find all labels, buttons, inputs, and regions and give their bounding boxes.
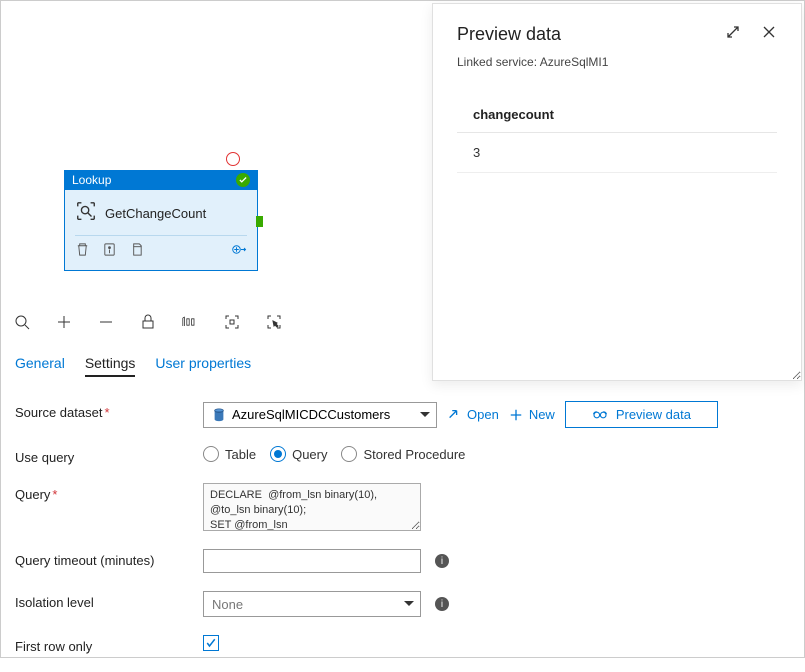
lookup-icon xyxy=(75,200,97,227)
isolation-level-value: None xyxy=(212,597,243,612)
info-icon[interactable]: i xyxy=(435,597,449,611)
success-output-handle[interactable] xyxy=(256,216,263,227)
source-dataset-select[interactable]: AzureSqlMICDCCustomers xyxy=(203,402,437,428)
add-activity-icon[interactable] xyxy=(232,242,247,262)
radio-table[interactable]: Table xyxy=(203,446,256,462)
preview-data-panel: Preview data Linked service: AzureSqlMI1… xyxy=(432,3,802,381)
linked-service-value: AzureSqlMI1 xyxy=(540,55,609,69)
source-dataset-value: AzureSqlMICDCCustomers xyxy=(232,407,390,422)
status-success-icon xyxy=(236,173,250,187)
tab-user-properties[interactable]: User properties xyxy=(155,355,251,377)
query-label: Query xyxy=(15,487,50,502)
breakpoint-indicator[interactable] xyxy=(226,152,240,166)
new-dataset-link[interactable]: New xyxy=(509,407,555,422)
lock-icon[interactable] xyxy=(139,313,157,331)
preview-table: changecount 3 xyxy=(457,97,777,173)
radio-query[interactable]: Query xyxy=(270,446,327,462)
database-icon xyxy=(212,408,226,422)
close-icon[interactable] xyxy=(761,24,777,45)
tab-settings[interactable]: Settings xyxy=(85,355,136,377)
activity-lookup-node[interactable]: Lookup GetChangeCount xyxy=(64,170,258,271)
info-icon[interactable] xyxy=(102,242,117,262)
preview-data-button[interactable]: Preview data xyxy=(565,401,718,428)
isolation-level-label: Isolation level xyxy=(15,591,203,610)
zoom-in-icon[interactable] xyxy=(55,313,73,331)
table-cell: 3 xyxy=(457,133,777,173)
expand-icon[interactable] xyxy=(725,24,741,45)
query-timeout-label: Query timeout (minutes) xyxy=(15,549,203,568)
activity-tabs: General Settings User properties xyxy=(15,355,251,378)
tab-general[interactable]: General xyxy=(15,355,65,377)
delete-icon[interactable] xyxy=(75,242,90,262)
first-row-only-label: First row only xyxy=(15,635,203,654)
preview-title: Preview data xyxy=(457,24,561,45)
copy-icon[interactable] xyxy=(129,242,144,262)
chevron-down-icon xyxy=(420,412,430,418)
use-query-label: Use query xyxy=(15,446,203,465)
zoom-out-icon[interactable] xyxy=(97,313,115,331)
select-icon[interactable] xyxy=(265,313,283,331)
source-dataset-label: Source dataset xyxy=(15,405,102,420)
column-header: changecount xyxy=(457,97,777,133)
info-icon[interactable]: i xyxy=(435,554,449,568)
isolation-level-select[interactable]: None xyxy=(203,591,421,617)
settings-form: Source dataset* AzureSqlMICDCCustomers O… xyxy=(15,401,790,672)
radio-stored-procedure[interactable]: Stored Procedure xyxy=(341,446,465,462)
activity-type-label: Lookup xyxy=(72,173,111,187)
zoom-100-icon[interactable] xyxy=(181,313,199,331)
linked-service-label: Linked service: xyxy=(457,55,537,69)
first-row-only-checkbox[interactable] xyxy=(203,635,219,651)
fit-screen-icon[interactable] xyxy=(223,313,241,331)
search-icon[interactable] xyxy=(13,313,31,331)
query-timeout-input[interactable] xyxy=(203,549,421,573)
activity-name: GetChangeCount xyxy=(105,206,206,221)
chevron-down-icon xyxy=(404,601,414,607)
query-textarea[interactable] xyxy=(203,483,421,531)
canvas-toolbar xyxy=(13,313,283,331)
open-dataset-link[interactable]: Open xyxy=(447,407,499,422)
